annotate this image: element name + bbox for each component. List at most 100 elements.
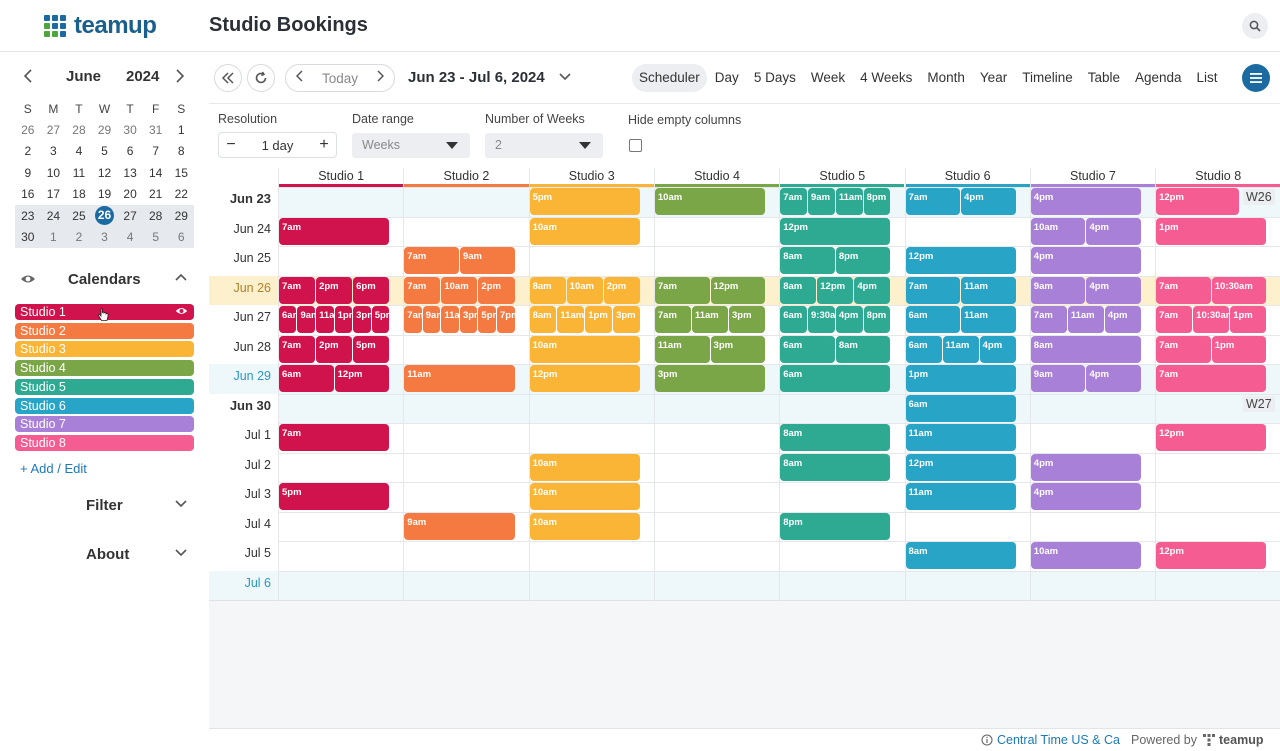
event-block[interactable]: 7am xyxy=(1030,306,1067,333)
mini-calendar-month[interactable]: June xyxy=(66,68,101,85)
event-block[interactable]: 8am xyxy=(780,453,891,481)
event-block[interactable]: 8pm xyxy=(835,247,891,274)
event-block[interactable]: 7am xyxy=(1156,335,1211,363)
view-tab-agenda[interactable]: Agenda xyxy=(1128,64,1189,92)
view-tab-scheduler[interactable]: Scheduler xyxy=(632,64,707,92)
event-block[interactable]: 5pm xyxy=(353,335,390,363)
event-block[interactable]: 10am xyxy=(1030,542,1142,569)
event-block[interactable]: 9am xyxy=(297,306,315,333)
next-period-button[interactable] xyxy=(366,69,394,87)
event-block[interactable]: 2pm xyxy=(316,276,353,304)
event-block[interactable]: 9am xyxy=(1030,276,1086,304)
event-block[interactable]: 7am xyxy=(404,276,441,304)
event-block[interactable]: 8am xyxy=(780,276,817,304)
schedule-cell[interactable] xyxy=(403,336,528,365)
calendar-item-studio-3[interactable]: Studio 3 xyxy=(15,341,194,358)
mini-calendar-day[interactable]: 4 xyxy=(66,144,92,158)
schedule-cell[interactable] xyxy=(403,424,528,453)
mini-calendar-day[interactable]: 25 xyxy=(66,209,92,223)
event-block[interactable]: 8am xyxy=(780,424,891,451)
date-range-title[interactable]: Jun 23 - Jul 6, 2024 xyxy=(408,69,545,86)
event-block[interactable]: 6am xyxy=(905,306,961,333)
event-block[interactable]: 5pm xyxy=(371,306,390,333)
mini-calendar-day[interactable]: 29 xyxy=(92,123,118,137)
mini-calendar-day[interactable]: 19 xyxy=(92,187,118,201)
event-block[interactable]: 11am xyxy=(316,306,334,333)
schedule-cell[interactable] xyxy=(403,454,528,483)
mini-calendar-day[interactable]: 5 xyxy=(143,230,169,244)
add-edit-link[interactable]: + Add / Edit xyxy=(20,461,87,476)
schedule-cell[interactable] xyxy=(654,424,779,453)
event-block[interactable]: 1pm xyxy=(1211,335,1267,363)
event-block[interactable]: 2pm xyxy=(316,335,353,363)
event-block[interactable]: 10am xyxy=(441,276,478,304)
schedule-cell[interactable] xyxy=(1155,483,1280,512)
schedule-cell[interactable] xyxy=(905,218,1030,247)
event-block[interactable]: 11am xyxy=(654,335,710,363)
calendar-item-studio-2[interactable]: Studio 2 xyxy=(15,322,194,339)
event-block[interactable]: 3pm xyxy=(654,365,766,392)
event-block[interactable]: 9:30am xyxy=(808,306,835,333)
mini-calendar-day[interactable]: 3 xyxy=(92,230,118,244)
powered-by[interactable]: Powered by teamup xyxy=(1131,733,1263,747)
column-header-studio-4[interactable]: Studio 4 xyxy=(653,168,780,187)
event-block[interactable]: 1pm xyxy=(905,365,1016,392)
schedule-cell[interactable] xyxy=(1155,572,1280,601)
event-block[interactable]: 8am xyxy=(905,542,1016,569)
event-block[interactable]: 10am xyxy=(1030,217,1086,245)
prev-period-button[interactable] xyxy=(286,69,314,87)
mini-calendar-day[interactable]: 1 xyxy=(41,230,67,244)
date-range-select[interactable]: Weeks xyxy=(352,133,470,158)
mini-calendar-day[interactable]: 7 xyxy=(143,144,169,158)
collapse-sidebar-button[interactable] xyxy=(214,64,242,92)
event-block[interactable]: 8pm xyxy=(780,512,891,540)
event-block[interactable]: 3pm xyxy=(613,306,640,333)
mini-calendar-day[interactable]: 21 xyxy=(143,187,169,201)
mini-calendar-day[interactable]: 26 xyxy=(92,206,118,226)
schedule-cell[interactable] xyxy=(1155,247,1280,276)
calendar-item-studio-6[interactable]: Studio 6 xyxy=(15,397,194,414)
resolution-decrease-button[interactable]: − xyxy=(219,136,243,154)
calendar-item-studio-5[interactable]: Studio 5 xyxy=(15,378,194,395)
mini-calendar-day[interactable]: 6 xyxy=(117,144,143,158)
event-block[interactable]: 7am xyxy=(1156,365,1267,392)
event-block[interactable]: 12pm xyxy=(1156,542,1267,569)
column-header-studio-8[interactable]: Studio 8 xyxy=(1155,168,1280,187)
event-block[interactable]: 1pm xyxy=(1230,306,1267,333)
event-block[interactable]: 10:30am xyxy=(1193,306,1230,333)
event-block[interactable]: 8am xyxy=(835,335,891,363)
mini-calendar-day[interactable]: 29 xyxy=(168,209,194,223)
event-block[interactable]: 10am xyxy=(654,188,766,215)
event-block[interactable]: 11am xyxy=(905,424,1016,451)
event-block[interactable]: 7am xyxy=(905,276,961,304)
event-block[interactable]: 7am xyxy=(404,306,422,333)
event-block[interactable]: 8pm xyxy=(863,188,891,215)
mini-calendar-day[interactable]: 26 xyxy=(15,123,41,137)
event-block[interactable]: 7am xyxy=(279,217,390,245)
event-block[interactable]: 7pm xyxy=(497,306,515,333)
event-block[interactable]: 4pm xyxy=(1086,276,1142,304)
schedule-cell[interactable] xyxy=(403,483,528,512)
schedule-cell[interactable] xyxy=(654,395,779,424)
mini-calendar-day[interactable]: 30 xyxy=(15,230,41,244)
event-block[interactable]: 3pm xyxy=(353,306,371,333)
mini-calendar-day[interactable]: 5 xyxy=(92,144,118,158)
search-button[interactable] xyxy=(1242,13,1268,39)
event-block[interactable]: 11am xyxy=(905,483,1016,510)
event-block[interactable]: 4pm xyxy=(1030,188,1142,215)
event-block[interactable]: 11am xyxy=(1067,306,1104,333)
mini-calendar-day[interactable]: 18 xyxy=(66,187,92,201)
next-month-button[interactable] xyxy=(174,68,186,89)
calendar-item-studio-7[interactable]: Studio 7 xyxy=(15,416,194,433)
mini-calendar-day[interactable]: 30 xyxy=(117,123,143,137)
event-block[interactable]: 4pm xyxy=(1086,365,1142,392)
event-block[interactable]: 8am xyxy=(529,306,557,333)
event-block[interactable]: 7am xyxy=(1156,276,1211,304)
event-block[interactable]: 9am xyxy=(459,247,515,274)
view-tab-list[interactable]: List xyxy=(1190,64,1225,92)
event-block[interactable]: 7am xyxy=(654,276,710,304)
event-block[interactable]: 12pm xyxy=(905,453,1016,481)
view-tab-timeline[interactable]: Timeline xyxy=(1015,64,1080,92)
event-block[interactable]: 11am xyxy=(961,306,1016,333)
schedule-cell[interactable] xyxy=(1155,454,1280,483)
